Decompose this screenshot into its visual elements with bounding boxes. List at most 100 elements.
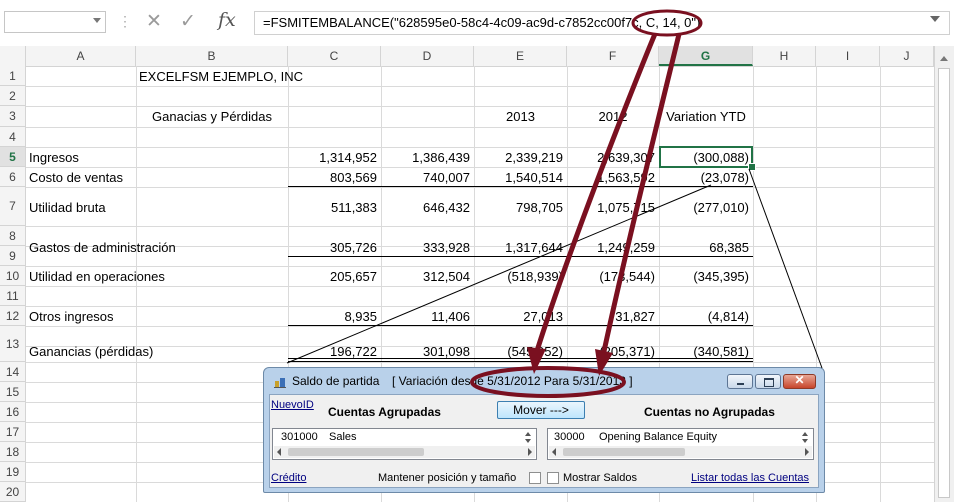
cell-e12[interactable]: 27,013 [474,309,567,325]
cell-g10[interactable]: (345,395) [659,269,753,285]
row-header[interactable]: 10 [0,266,26,286]
row-header[interactable]: 11 [0,286,26,306]
cell-f7[interactable]: 1,075,715 [567,200,659,216]
scroll-up-icon[interactable] [940,56,948,61]
cell-c10[interactable]: 205,657 [288,269,381,285]
credit-link[interactable]: Crédito [271,472,306,484]
cell-d7[interactable]: 646,432 [381,200,474,216]
horizontal-scrollbar[interactable] [274,446,535,458]
insert-function-icon[interactable]: fx [218,9,236,31]
cell-e6[interactable]: 1,540,514 [474,170,567,186]
row-header[interactable]: 19 [0,462,26,482]
expand-formula-bar-icon[interactable] [930,16,940,22]
scroll-thumb[interactable] [288,448,424,456]
row-header[interactable]: 16 [0,402,26,422]
column-header-i[interactable]: I [816,46,880,66]
column-header-d[interactable]: D [381,46,474,66]
cell-c9[interactable]: 305,726 [288,240,381,256]
column-header-e[interactable]: E [474,46,567,66]
row-header[interactable]: 17 [0,422,26,442]
row-header[interactable]: 9 [0,246,26,266]
keep-position-checkbox[interactable] [529,472,541,484]
cell-g7[interactable]: (277,010) [659,200,753,216]
list-spin-icon[interactable] [524,430,534,444]
cell-a7[interactable]: Utilidad bruta [26,200,106,216]
select-all-corner[interactable] [0,46,26,66]
cell-f3[interactable]: 2012 [567,109,659,125]
row-header[interactable]: 15 [0,382,26,402]
cancel-icon[interactable]: ✕ [146,12,162,32]
cell-c6[interactable]: 803,569 [288,170,381,186]
cell-d12[interactable]: 11,406 [381,309,474,325]
maximize-button[interactable] [755,374,781,389]
list-spin-icon[interactable] [801,430,811,444]
cell-g6[interactable]: (23,078) [659,170,753,186]
cell-f10[interactable]: (173,544) [567,269,659,285]
column-header-g[interactable]: G [659,46,753,66]
name-box[interactable] [4,11,106,33]
row-header-selected[interactable]: 5 [0,147,26,167]
vertical-scrollbar[interactable] [934,46,954,502]
scroll-thumb[interactable] [938,68,950,498]
grouped-accounts-list[interactable]: 301000 Sales [272,428,537,460]
scroll-thumb[interactable] [563,448,685,456]
cell-g9[interactable]: 68,385 [659,240,753,256]
list-all-accounts-link[interactable]: Listar todas las Cuentas [691,472,809,484]
column-header-a[interactable]: A [26,46,136,66]
cell-a9[interactable]: Gastos de administración [26,240,176,256]
scroll-left-icon[interactable] [552,448,556,456]
cell-d9[interactable]: 333,928 [381,240,474,256]
scroll-left-icon[interactable] [277,448,281,456]
row-header[interactable]: 6 [0,167,26,187]
column-header-c[interactable]: C [288,46,381,66]
row-header[interactable]: 14 [0,362,26,382]
cell-a13[interactable]: Ganancias (pérdidas) [26,344,153,360]
cell-c5[interactable]: 1,314,952 [288,150,381,166]
row-header[interactable]: 4 [0,127,26,147]
cell-e9[interactable]: 1,317,644 [474,240,567,256]
fill-handle[interactable] [748,163,756,171]
cell-d6[interactable]: 740,007 [381,170,474,186]
horizontal-scrollbar[interactable] [549,446,812,458]
cell-d5[interactable]: 1,386,439 [381,150,474,166]
cell-c7[interactable]: 511,383 [288,200,381,216]
cell-g3[interactable]: Variation YTD [659,109,753,125]
row-header[interactable]: 8 [0,226,26,246]
nuevo-id-link[interactable]: NuevoID [271,399,314,411]
cell-f5[interactable]: 2,639,307 [567,150,659,166]
scroll-right-icon[interactable] [805,448,809,456]
row-header[interactable]: 1 [0,66,26,86]
cell-e10[interactable]: (518,939) [474,269,567,285]
column-header-f[interactable]: F [567,46,659,66]
cell-e5[interactable]: 2,339,219 [474,150,567,166]
cell-g12[interactable]: (4,814) [659,309,753,325]
row-header[interactable]: 18 [0,442,26,462]
row-header[interactable]: 3 [0,106,26,127]
row-header[interactable]: 7 [0,187,26,226]
cell-a12[interactable]: Otros ingresos [26,309,114,325]
ungrouped-accounts-list[interactable]: 30000 Opening Balance Equity [547,428,814,460]
chevron-down-icon[interactable] [93,18,101,23]
cell-a10[interactable]: Utilidad en operaciones [26,269,165,285]
column-header-h[interactable]: H [753,46,816,66]
show-balances-checkbox[interactable] [547,472,559,484]
row-header[interactable]: 20 [0,482,26,502]
cell-b3[interactable]: Ganacias y Pérdidas [136,109,288,125]
cell-a6[interactable]: Costo de ventas [26,170,123,186]
formula-input[interactable]: =FSMITEMBALANCE("628595e0-58c4-4c09-ac9d… [254,11,950,35]
cell-c12[interactable]: 8,935 [288,309,381,325]
column-header-b[interactable]: B [136,46,288,66]
row-header[interactable]: 2 [0,86,26,106]
column-header-j[interactable]: J [880,46,934,66]
cell-e3[interactable]: 2013 [474,109,567,125]
cell-f12[interactable]: 31,827 [567,309,659,325]
minimize-button[interactable] [727,374,753,389]
row-header[interactable]: 12 [0,306,26,326]
row-header[interactable]: 13 [0,326,26,362]
cell-d10[interactable]: 312,504 [381,269,474,285]
cell-a5[interactable]: Ingresos [26,150,79,166]
cell-e7[interactable]: 798,705 [474,200,567,216]
cell-f6[interactable]: 1,563,592 [567,170,659,186]
move-button[interactable]: Mover ---> [497,401,585,419]
cell-b1[interactable]: EXCELFSM EJEMPLO, INC [136,69,303,85]
